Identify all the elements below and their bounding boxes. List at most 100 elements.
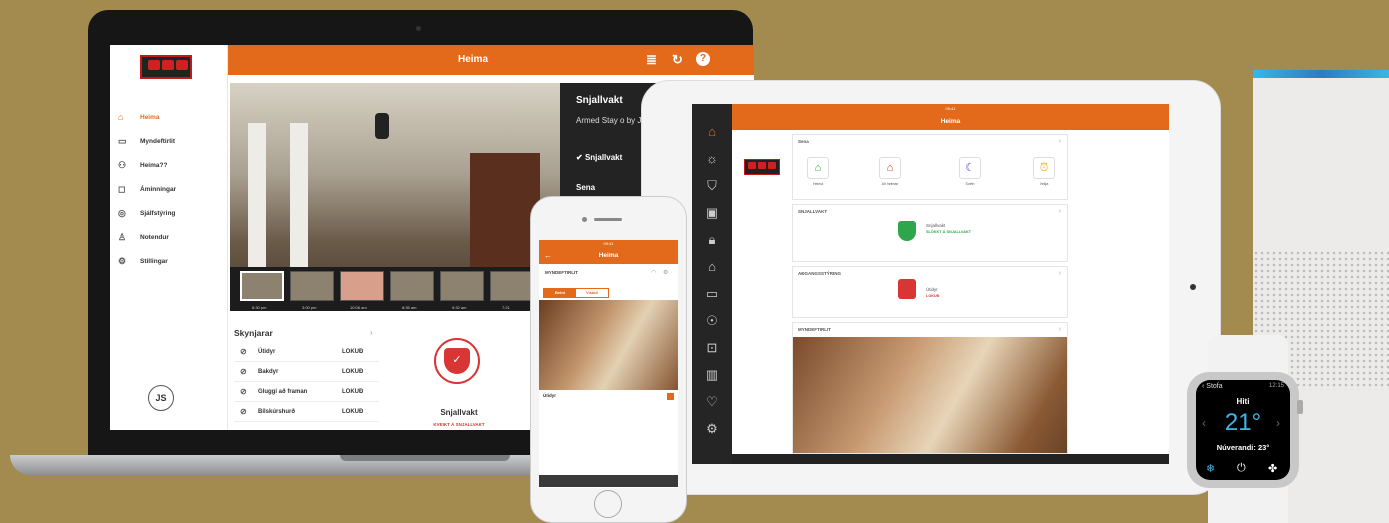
laptop-notch xyxy=(340,455,510,461)
brand-logo xyxy=(140,55,192,79)
scenes-card: Sena › ⌂ ⌂ ☾ ⏰︎ Heima Að heiman Svefn Ve… xyxy=(792,134,1068,200)
back-arrow-icon[interactable]: ← xyxy=(544,251,552,260)
phone-header-title: Heima xyxy=(539,248,678,264)
users-icon: ♙ xyxy=(118,231,127,242)
sensor-row[interactable]: ⊘ Bílskúrshurð LOKUÐ xyxy=(234,404,379,422)
thumbnail-time: 6:30 pm xyxy=(252,305,267,310)
lock-icon[interactable]: 🔒︎ xyxy=(692,226,732,253)
avatar[interactable]: JS xyxy=(148,385,174,411)
phone-home-button[interactable] xyxy=(594,490,622,518)
camera-card[interactable]: MYNDEFTIRLIT › xyxy=(792,322,1068,454)
shield-icon[interactable]: ⛉ xyxy=(692,172,732,199)
watch-crown[interactable] xyxy=(1297,400,1303,414)
fan-icon[interactable]: ✤ xyxy=(1268,462,1277,475)
watch-time: 12:15 xyxy=(1268,383,1284,389)
automation-icon: ◎ xyxy=(118,207,126,218)
sidebar-item-stillingar[interactable]: ⚙ Stillingar xyxy=(118,249,226,273)
tablet-header-title: Heima xyxy=(732,114,1169,130)
scene-away-button[interactable]: ⌂ xyxy=(879,157,901,179)
camera-thumbnail[interactable] xyxy=(340,271,384,301)
gear-icon: ⚙ xyxy=(118,255,127,266)
snjallvakt-card[interactable]: SNJALLVAKT › Snjallvakt SLÖKKT Á SNJALLV… xyxy=(792,204,1068,262)
tab-recorded[interactable]: Vistað xyxy=(576,289,608,297)
heart-shield-icon[interactable]: ♡ xyxy=(692,388,732,415)
moon-icon: ☾ xyxy=(965,162,975,174)
sidebar-item-aminningar[interactable]: ◻ Áminningar xyxy=(118,177,226,201)
scene-label: Vekja xyxy=(1039,182,1049,186)
home-arrow-icon: ⌂ xyxy=(814,162,822,174)
wifi-icon: ◠ xyxy=(651,270,657,276)
scene-label: Svefn xyxy=(965,182,975,186)
access-label: Útidyr xyxy=(926,287,938,292)
alarm-check-item[interactable]: ✔ Snjallvakt xyxy=(576,153,622,162)
phone-tabs: Beint Vistað xyxy=(543,288,609,298)
thumbnail-time: 10:06 am xyxy=(350,305,367,310)
camera-thumbnail[interactable] xyxy=(290,271,334,301)
increase-icon[interactable]: › xyxy=(1276,416,1280,430)
camera-feed[interactable] xyxy=(793,337,1067,453)
sensor-icon: ⊘ xyxy=(240,407,247,416)
phone-section-label: MYNDEFTIRLIT xyxy=(545,270,578,275)
scene-home-button[interactable]: ⌂ xyxy=(807,157,829,179)
chevron-right-icon[interactable]: › xyxy=(1059,270,1061,277)
camera-thumbnail[interactable] xyxy=(440,271,484,301)
tablet-status-bar: 09:41 xyxy=(732,104,1169,114)
gear-icon[interactable]: ⚙ xyxy=(663,269,668,276)
access-section: AÐGANGSSTÝRING xyxy=(798,271,842,276)
sidebar-item-heima-presence[interactable]: ⚇ Heima?? xyxy=(118,153,226,177)
sidebar-item-notendur[interactable]: ♙ Notendur xyxy=(118,225,226,249)
chevron-right-icon[interactable]: › xyxy=(1059,326,1061,333)
alarm-clock-icon: ⏰︎ xyxy=(1039,162,1049,174)
alarm-card-status: KVEIKT Á SNJALLVAKT xyxy=(433,422,485,427)
chevron-right-icon[interactable]: › xyxy=(1059,208,1061,215)
camera-icon[interactable]: ▭ xyxy=(692,280,732,307)
thumbnail-time: 7:21 xyxy=(502,305,510,310)
away-arrow-icon: ⌂ xyxy=(886,162,894,174)
sensor-icon: ⊘ xyxy=(240,387,247,396)
refresh-icon[interactable]: ↻ xyxy=(672,52,683,68)
alarm-card[interactable]: ✓ Snjallvakt KVEIKT Á SNJALLVAKT xyxy=(390,320,528,430)
chart-icon[interactable]: ▥ xyxy=(692,361,732,388)
alarm-panel-title: Snjallvakt xyxy=(576,95,623,106)
tab-live[interactable]: Beint xyxy=(544,289,576,297)
power-icon[interactable]: ⏻ xyxy=(1237,462,1246,475)
thermostat-icon[interactable]: ⊡ xyxy=(692,334,732,361)
sidebar-item-sjalfstyring[interactable]: ◎ Sjálfstýring xyxy=(118,201,226,225)
phone-bottom-bar xyxy=(539,475,678,487)
sensor-row[interactable]: ⊘ Gluggi að framan LOKUÐ xyxy=(234,384,379,402)
garage-icon[interactable]: ⌂ xyxy=(692,253,732,280)
tablet-bottom-bar xyxy=(732,454,1169,464)
gear-icon[interactable]: ⚙ xyxy=(692,415,732,442)
brand-logo xyxy=(744,159,780,175)
scene-sleep-button[interactable]: ☾ xyxy=(959,157,981,179)
scene-icon[interactable]: ☼ xyxy=(692,145,732,172)
tablet-sidebar: ⌂ ☼ ⛉ ▣ 🔒︎ ⌂ ▭ ☉ ⊡ ▥ ♡ ⚙ xyxy=(692,104,732,464)
scenes-title: Sena xyxy=(798,139,809,144)
camera-thumbnail[interactable] xyxy=(240,271,284,301)
scene-wake-button[interactable]: ⏰︎ xyxy=(1033,157,1055,179)
chevron-right-icon[interactable]: › xyxy=(370,328,373,337)
watch-current-temp: Núverandi: 23° xyxy=(1216,443,1270,452)
thumbnail-time: 9:32 am xyxy=(452,305,467,310)
lock-icon xyxy=(898,279,916,299)
help-icon[interactable]: ? xyxy=(696,52,710,66)
access-card[interactable]: AÐGANGSSTÝRING › Útidyr LOKUÐ xyxy=(792,266,1068,318)
snowflake-icon[interactable]: ❄ xyxy=(1206,462,1215,475)
camera-section: MYNDEFTIRLIT xyxy=(798,327,831,332)
filter-icon[interactable]: ≣ xyxy=(646,52,657,68)
sidebar-item-myndeftirlit[interactable]: ▭ Myndeftirlit xyxy=(118,129,226,153)
phone-camera-feed[interactable] xyxy=(539,300,678,390)
sensor-row[interactable]: ⊘ Bakdyr LOKUÐ xyxy=(234,364,379,382)
expand-icon[interactable] xyxy=(667,393,674,400)
watch-back-label[interactable]: ‹ Stofa xyxy=(1202,383,1223,390)
bulb-icon[interactable]: ☉ xyxy=(692,307,732,334)
phone-speaker xyxy=(594,218,622,221)
snjallvakt-status: SLÖKKT Á SNJALLVAKT xyxy=(926,230,971,234)
sidebar-item-heima[interactable]: ⌂ Heima xyxy=(118,105,226,129)
chevron-right-icon[interactable]: › xyxy=(1059,138,1061,145)
sensor-row[interactable]: ⊘ Útidyr LOKUÐ xyxy=(234,344,379,362)
image-icon[interactable]: ▣ xyxy=(692,199,732,226)
camera-thumbnail[interactable] xyxy=(390,271,434,301)
camera-thumbnail[interactable] xyxy=(490,271,534,301)
home-icon[interactable]: ⌂ xyxy=(692,118,732,145)
